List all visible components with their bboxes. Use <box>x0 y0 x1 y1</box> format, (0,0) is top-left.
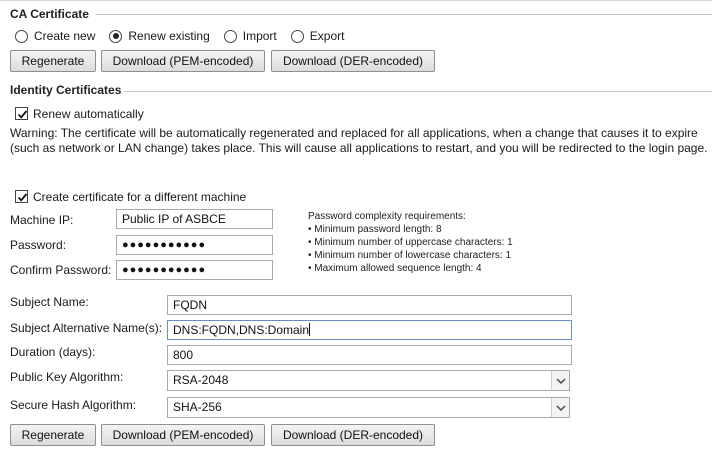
public-key-algorithm-select[interactable]: RSA-2048 <box>167 370 570 391</box>
password-requirement-item: • Minimum number of lowercase characters… <box>308 250 512 261</box>
identity-download-pem-button[interactable]: Download (PEM-encoded) <box>101 424 265 446</box>
renew-warning-text: Warning: The certificate will be automat… <box>10 126 708 155</box>
identity-certificates-rule <box>124 91 712 92</box>
ca-certificate-title: CA Certificate <box>10 7 89 21</box>
confirm-password-label: Confirm Password: <box>10 263 112 277</box>
radio-export[interactable] <box>290 29 304 43</box>
chevron-down-icon[interactable] <box>551 371 569 390</box>
secure-hash-algorithm-select[interactable]: SHA-256 <box>167 397 570 418</box>
radio-create-new[interactable] <box>15 29 28 43</box>
password-label: Password: <box>10 238 67 252</box>
ca-mode-radio-group: Create new Renew existing Import Export <box>15 29 358 43</box>
subject-name-label: Subject Name: <box>10 295 89 309</box>
duration-input[interactable]: 800 <box>167 345 572 365</box>
different-machine-checkbox[interactable] <box>15 190 28 203</box>
password-requirement-item: • Minimum number of uppercase characters… <box>308 237 513 248</box>
password-input[interactable]: ●●●●●●●●●●● <box>116 235 273 255</box>
san-input-value: DNS:FQDN,DNS:Domain <box>173 323 310 337</box>
identity-regenerate-button[interactable]: Regenerate <box>10 424 96 446</box>
renew-automatically-label: Renew automatically <box>33 107 144 121</box>
confirm-password-input[interactable]: ●●●●●●●●●●● <box>116 260 273 280</box>
password-requirement-item: • Maximum allowed sequence length: 4 <box>308 263 482 274</box>
public-key-algorithm-label: Public Key Algorithm: <box>10 370 124 384</box>
ca-regenerate-button[interactable]: Regenerate <box>10 50 96 72</box>
san-label: Subject Alternative Name(s): <box>10 321 163 335</box>
radio-renew-existing-label: Renew existing <box>128 29 210 43</box>
radio-create-new-label: Create new <box>34 29 96 43</box>
password-requirement-item: • Minimum password length: 8 <box>308 224 442 235</box>
renew-automatically-checkbox[interactable] <box>15 107 28 120</box>
radio-renew-existing[interactable] <box>109 29 123 43</box>
top-divider <box>0 0 712 1</box>
identity-download-der-button[interactable]: Download (DER-encoded) <box>271 424 435 446</box>
ca-download-pem-button[interactable]: Download (PEM-encoded) <box>101 50 265 72</box>
subject-name-input[interactable]: FQDN <box>167 295 572 315</box>
different-machine-label: Create certificate for a different machi… <box>33 190 247 204</box>
san-input[interactable]: DNS:FQDN,DNS:Domain <box>167 320 572 340</box>
machine-ip-input[interactable]: Public IP of ASBCE <box>116 209 273 229</box>
ca-download-der-button[interactable]: Download (DER-encoded) <box>271 50 435 72</box>
public-key-algorithm-value: RSA-2048 <box>173 373 229 387</box>
machine-ip-label: Machine IP: <box>10 213 74 227</box>
chevron-down-icon[interactable] <box>551 398 569 417</box>
secure-hash-algorithm-label: Secure Hash Algorithm: <box>10 398 137 412</box>
radio-import[interactable] <box>223 29 237 43</box>
password-requirements-heading: Password complexity requirements: <box>308 211 466 222</box>
ca-certificate-rule <box>96 14 712 15</box>
secure-hash-algorithm-value: SHA-256 <box>173 400 222 414</box>
identity-certificates-title: Identity Certificates <box>10 83 122 97</box>
text-cursor <box>309 323 311 336</box>
duration-label: Duration (days): <box>10 345 96 359</box>
check-icon <box>17 110 28 119</box>
check-icon <box>17 193 28 202</box>
radio-import-label: Import <box>242 29 277 43</box>
radio-export-label: Export <box>309 29 345 43</box>
